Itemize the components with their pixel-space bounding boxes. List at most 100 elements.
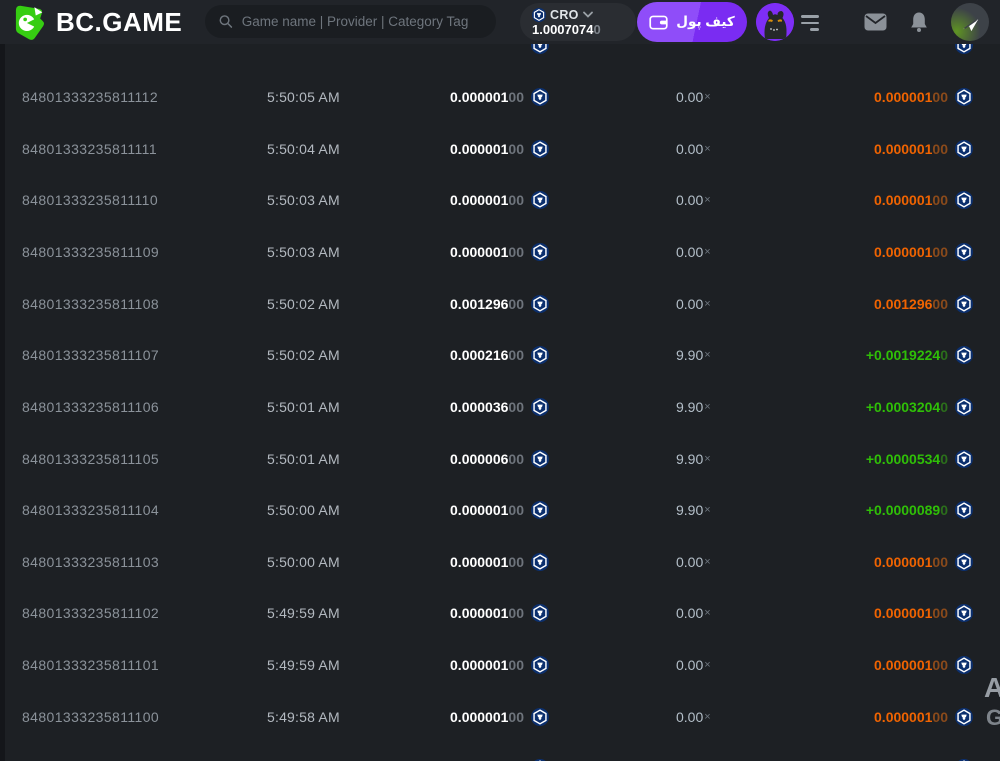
bet-amount: 0.00000100 <box>450 691 549 743</box>
bet-profit <box>948 44 973 71</box>
bet-amount: 0.00000100 <box>450 71 549 123</box>
menu-icon[interactable] <box>801 15 819 35</box>
bet-amount: 0.00129600 <box>450 278 549 330</box>
cro-coin-icon <box>955 139 973 158</box>
bet-time: 5:50:02 AM <box>267 347 340 364</box>
bet-profit: 0.00000100 <box>874 123 973 175</box>
bet-id: 84801333235811101 <box>22 657 160 674</box>
search-bar[interactable] <box>205 5 496 38</box>
brand-title[interactable]: BC.GAME <box>56 0 182 44</box>
cro-coin-icon <box>531 242 549 261</box>
bet-id: 84801333235811108 <box>22 295 160 312</box>
wallet-icon <box>649 15 668 30</box>
bet-amount: 0.00021600 <box>450 329 549 381</box>
bet-profit: +0.00005340 <box>866 433 973 485</box>
cro-coin-icon <box>955 346 973 365</box>
bet-row[interactable]: 84801333235811104 5:50:00 AM 0.00000100 … <box>0 484 1000 536</box>
bet-time: 5:50:03 AM <box>267 192 340 209</box>
cro-coin-icon <box>531 139 549 158</box>
cro-coin-icon <box>955 88 973 107</box>
avatar[interactable] <box>756 3 794 41</box>
bet-profit: +0.00032040 <box>866 381 973 433</box>
bet-profit: 0.00129600 <box>874 278 973 330</box>
bet-row[interactable]: 84801333235811103 5:50:00 AM 0.00000100 … <box>0 536 1000 588</box>
cro-coin-icon <box>955 501 973 520</box>
cro-coin-icon <box>531 501 549 520</box>
bell-icon[interactable] <box>909 11 929 33</box>
bet-time: 5:50:02 AM <box>267 295 340 312</box>
cro-coin-icon <box>955 552 973 571</box>
bet-multiplier: 9.90 × <box>676 502 711 519</box>
bet-profit: 0.00000100 <box>874 226 973 278</box>
bet-multiplier: 0.00 × <box>676 140 711 157</box>
bet-amount: 0.00000100 <box>450 587 549 639</box>
cro-coin-icon <box>531 604 549 623</box>
bet-amount: 0.00000100 <box>450 174 549 226</box>
bet-time: 5:50:01 AM <box>267 398 340 415</box>
bet-time: 5:50:05 AM <box>267 89 340 106</box>
cro-coin-icon <box>955 242 973 261</box>
bet-id: 84801333235811102 <box>22 605 160 622</box>
cro-coin-icon <box>955 604 973 623</box>
bet-time: 5:49:59 AM <box>267 605 340 622</box>
bet-id: 84801333235811111 <box>22 140 158 157</box>
bet-row[interactable]: 84801333235811109 5:50:03 AM 0.00000100 … <box>0 226 1000 278</box>
bet-profit: 0.00000100 <box>874 174 973 226</box>
search-input[interactable] <box>241 14 482 29</box>
bet-row[interactable]: 84801333235811105 5:50:01 AM 0.00000600 … <box>0 433 1000 485</box>
cro-coin-icon <box>532 7 546 22</box>
bets-table: A G 84801333235811112 5:50:05 AM 0.00000… <box>0 44 1000 761</box>
bet-id: 84801333235811103 <box>22 553 160 570</box>
bet-multiplier: 9.90 × <box>676 347 711 364</box>
bet-row[interactable]: 84801333235811102 5:49:59 AM 0.00000100 … <box>0 587 1000 639</box>
bet-row[interactable]: 84801333235811107 5:50:02 AM 0.00021600 … <box>0 329 1000 381</box>
bet-profit: 0.00000100 <box>874 639 973 691</box>
bet-profit: +0.00192240 <box>866 329 973 381</box>
currency-balance: 1.00070740 <box>532 21 601 37</box>
bcgame-logo-icon[interactable] <box>12 4 48 41</box>
bet-multiplier: 0.00 × <box>676 657 711 674</box>
support-chat-button[interactable] <box>951 3 989 41</box>
bet-amount <box>524 44 549 71</box>
mail-icon[interactable] <box>864 13 887 31</box>
cro-coin-icon <box>955 656 973 675</box>
wallet-button[interactable]: کیف پول <box>637 2 747 42</box>
bet-row[interactable]: 84801333235811112 5:50:05 AM 0.00000100 … <box>0 71 1000 123</box>
bet-profit: +0.00000890 <box>866 484 973 536</box>
cro-coin-icon <box>531 707 549 726</box>
bet-amount: 0.00000100 <box>450 484 549 536</box>
bet-amount: 0.00000100 <box>450 536 549 588</box>
cro-coin-icon <box>955 44 973 55</box>
chevron-down-icon <box>582 11 593 18</box>
bet-multiplier <box>676 44 677 71</box>
bet-row[interactable] <box>0 44 1000 71</box>
bet-row[interactable] <box>0 742 1000 761</box>
avatar-monster-image <box>756 3 794 41</box>
top-header: BC.GAME CRO 1.00070740 کیف پول <box>0 0 1000 44</box>
bet-row[interactable]: 84801333235811100 5:49:58 AM 0.00000100 … <box>0 691 1000 743</box>
bet-amount: 0.00000100 <box>450 226 549 278</box>
currency-selector[interactable]: CRO 1.00070740 <box>520 3 636 41</box>
bet-multiplier: 0.00 × <box>676 605 711 622</box>
bet-amount: 0.00000600 <box>450 433 549 485</box>
bet-row[interactable]: 84801333235811111 5:50:04 AM 0.00000100 … <box>0 123 1000 175</box>
bet-row[interactable]: 84801333235811108 5:50:02 AM 0.00129600 … <box>0 278 1000 330</box>
bet-multiplier: 0.00 × <box>676 243 711 260</box>
cro-coin-icon <box>531 397 549 416</box>
cro-coin-icon <box>531 346 549 365</box>
bet-multiplier: 9.90 × <box>676 450 711 467</box>
bet-multiplier: 0.00 × <box>676 192 711 209</box>
cro-coin-icon <box>955 449 973 468</box>
bet-row[interactable]: 84801333235811106 5:50:01 AM 0.00003600 … <box>0 381 1000 433</box>
bet-row[interactable]: 84801333235811110 5:50:03 AM 0.00000100 … <box>0 174 1000 226</box>
bet-time: 5:50:03 AM <box>267 243 340 260</box>
bet-profit: 0.00000100 <box>874 536 973 588</box>
cro-coin-icon <box>955 397 973 416</box>
cro-coin-icon <box>531 656 549 675</box>
bet-id: 84801333235811106 <box>22 398 160 415</box>
bet-row[interactable]: 84801333235811101 5:49:59 AM 0.00000100 … <box>0 639 1000 691</box>
wallet-button-label: کیف پول <box>676 14 735 29</box>
cro-coin-icon <box>531 449 549 468</box>
cro-coin-icon <box>531 88 549 107</box>
bet-id: 84801333235811105 <box>22 450 160 467</box>
